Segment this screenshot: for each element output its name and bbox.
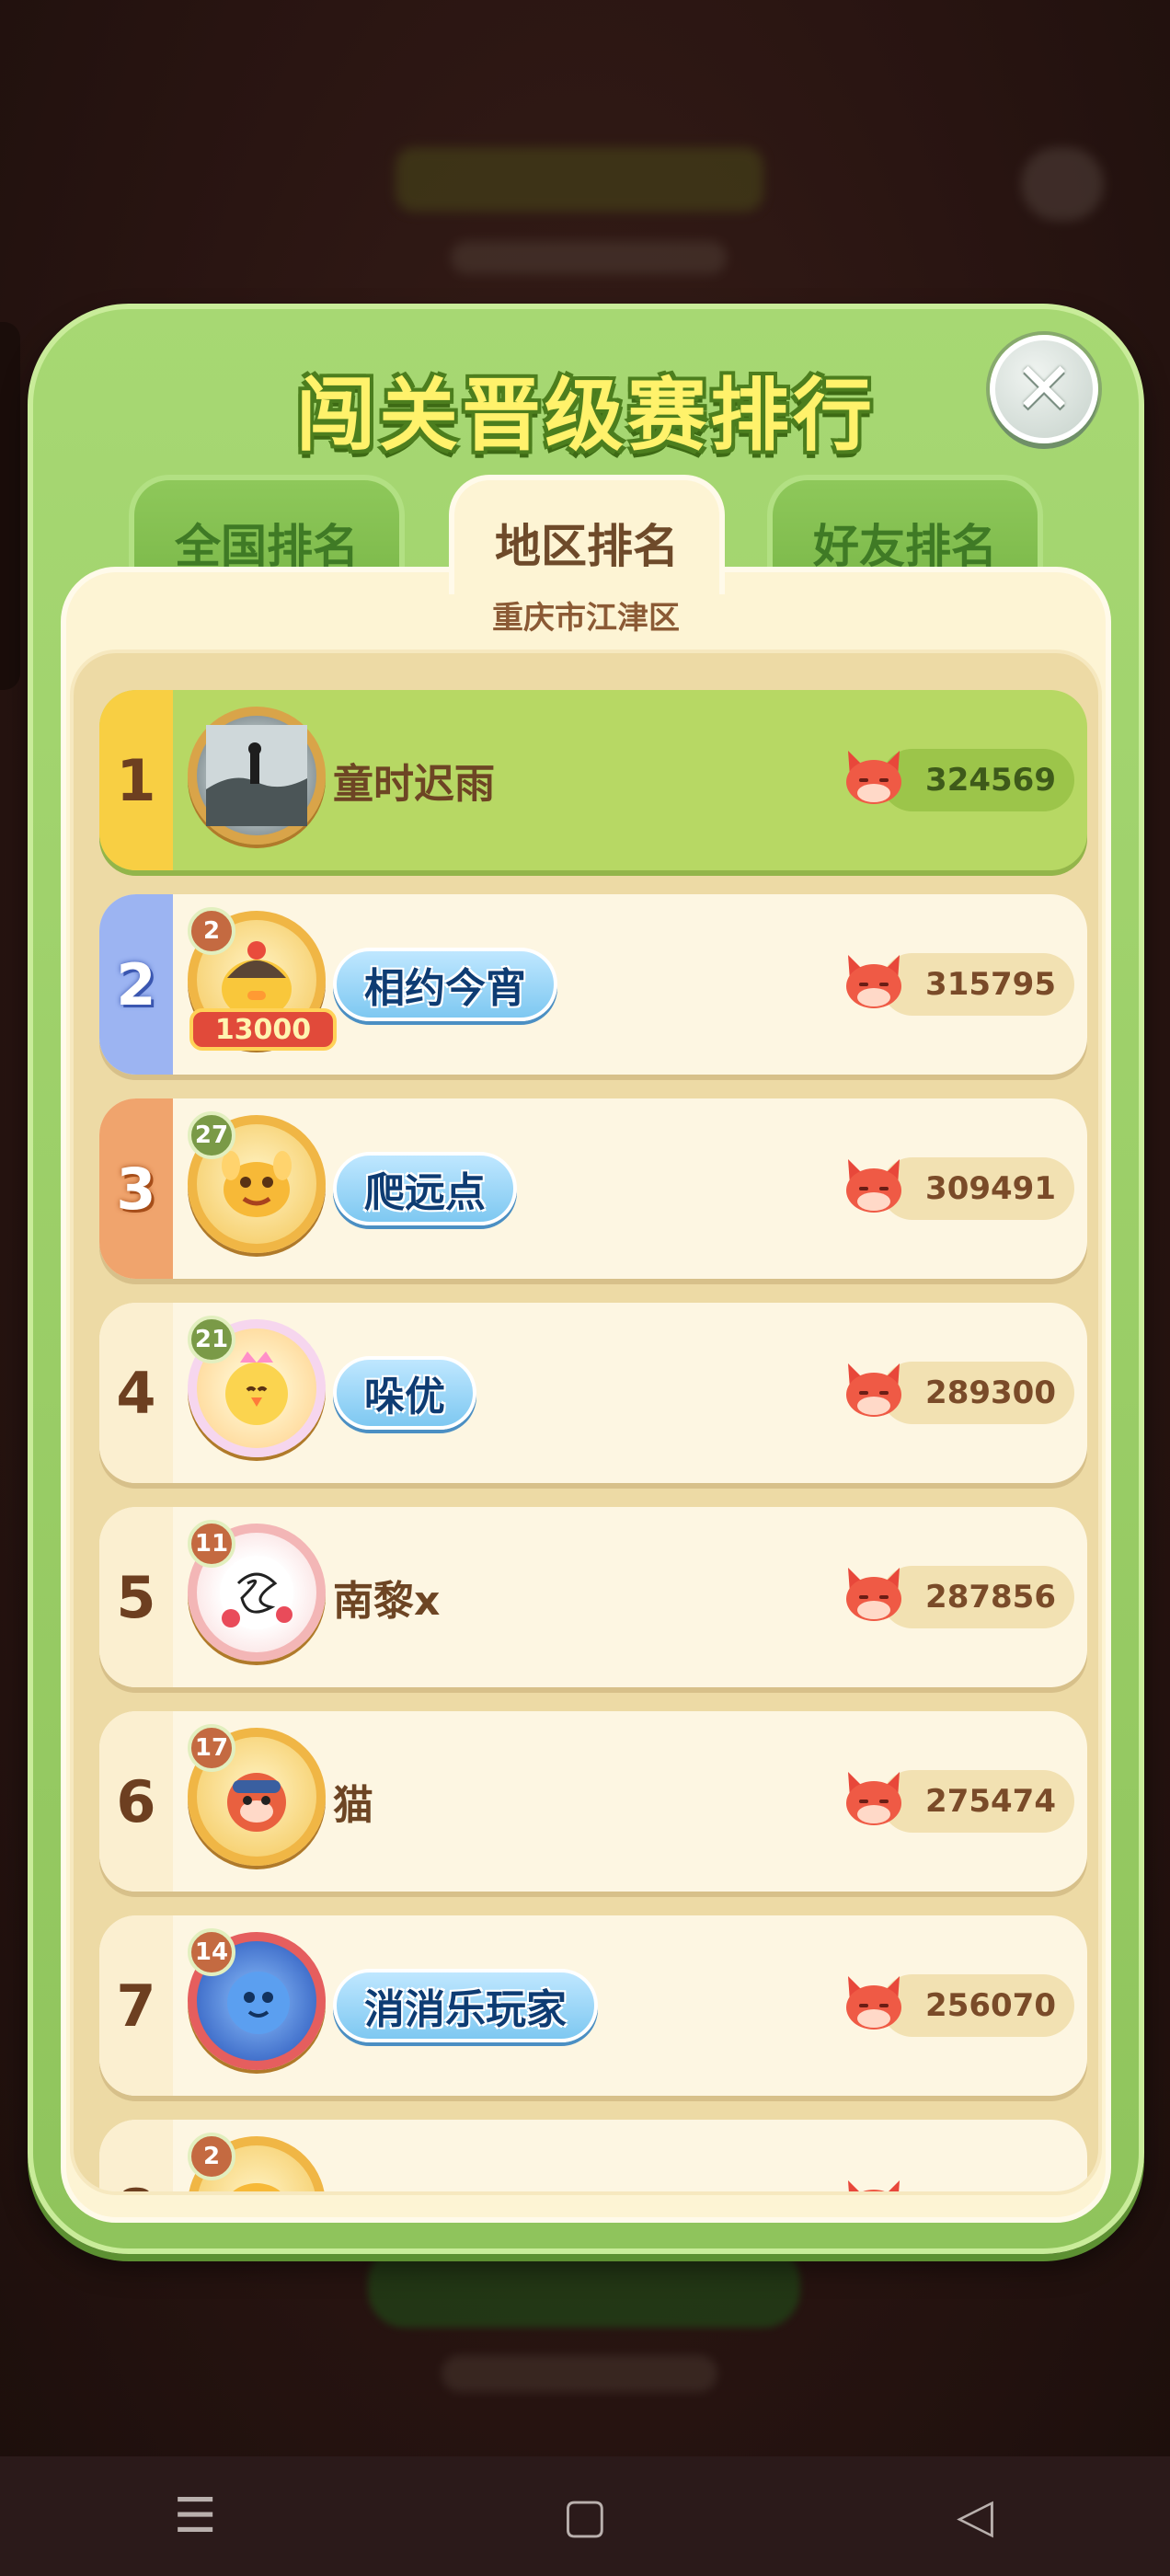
background-button-blur [1021,147,1104,221]
rank-number: 8 [99,2120,173,2191]
score: 289300 [881,1362,1074,1424]
level-badge: 2 [188,907,235,955]
rank-number: 7 [99,1915,173,2096]
home-icon[interactable]: ▢ [544,2475,626,2558]
ranking-list[interactable]: 1 童时迟雨 324569 2 2 13000 相约今宵 315795 3 27… [70,650,1102,2195]
fox-head-icon [846,1772,901,1825]
fox-head-icon [846,1568,901,1621]
level-badge: 14 [188,1928,235,1976]
ranking-row[interactable]: 6 17 猫 275474 [99,1711,1087,1892]
rank-number: 2 [99,894,173,1075]
close-button[interactable]: ✕ [990,335,1098,443]
rank-number: 4 [99,1303,173,1483]
player-name: 童时迟雨 [333,761,495,808]
fox-head-icon [846,1159,901,1213]
score: 256070 [881,1974,1074,2037]
ranking-row[interactable]: 7 14 消消乐玩家 256070 [99,1915,1087,2096]
score: 275474 [881,1770,1074,1833]
player-name: 哚优 [333,1356,476,1430]
close-icon: ✕ [1014,348,1074,431]
player-name: 消消乐玩家 [333,1969,598,2042]
rank-number: 6 [99,1711,173,1892]
fox-head-icon [846,751,901,804]
leaderboard-modal: 闯关晋级赛排行 ✕ 全国排名 好友排名 重庆市江津区 1 童时迟雨 324569… [28,304,1144,2254]
level-badge: 17 [188,1724,235,1772]
rank-number: 3 [99,1098,173,1279]
player-name: 相约今宵 [333,948,557,1021]
score: 324569 [881,749,1074,811]
avatar[interactable] [188,707,326,845]
system-nav-bar: ☰ ▢ ◁ [0,2456,1170,2576]
fox-head-icon [846,1363,901,1417]
score: 315795 [881,953,1074,1016]
fox-head-icon [846,955,901,1008]
fox-head-icon [846,1976,901,2030]
player-name: 南黎x [333,1578,441,1625]
region-label: 重庆市江津区 [492,600,680,637]
background-subtitle-blur [451,241,727,274]
background-side-panel [0,322,20,690]
rank-number: 1 [99,690,173,870]
avatar-banner: 13000 [189,1008,337,1051]
menu-icon[interactable]: ☰ [154,2475,236,2558]
player-name: 爬远点 [333,1152,517,1225]
tab-regional-ranking[interactable]: 地区排名 [449,475,725,594]
modal-title: 闯关晋级赛排行 [296,370,876,462]
background-title-blur [396,147,763,212]
player-name: 猫 [333,1782,373,1829]
ranking-row[interactable]: 2 2 13000 相约今宵 315795 [99,894,1087,1075]
level-badge: 11 [188,1520,235,1568]
level-badge: 2 [188,2133,235,2180]
rank-number: 5 [99,1507,173,1687]
background-text-blur [442,2355,717,2392]
ranking-row[interactable]: 5 11 南黎x 287856 [99,1507,1087,1687]
score: 309491 [881,1157,1074,1220]
tab-label: 地区排名 [495,520,679,573]
ranking-row[interactable]: 3 27 爬远点 309491 [99,1098,1087,1279]
ranking-row[interactable]: 8 2 [99,2120,1087,2191]
score: 287856 [881,1566,1074,1628]
landscape-photo-icon [206,725,307,826]
back-icon[interactable]: ◁ [934,2475,1016,2558]
background-play-button-blur [368,2245,800,2328]
level-badge: 27 [188,1111,235,1159]
ranking-row[interactable]: 4 21 哚优 289300 [99,1303,1087,1483]
ranking-panel: 重庆市江津区 1 童时迟雨 324569 2 2 13000 相约今宵 3157… [61,567,1111,2223]
level-badge: 21 [188,1316,235,1363]
fox-head-icon [848,2180,900,2191]
ranking-row[interactable]: 1 童时迟雨 324569 [99,690,1087,870]
